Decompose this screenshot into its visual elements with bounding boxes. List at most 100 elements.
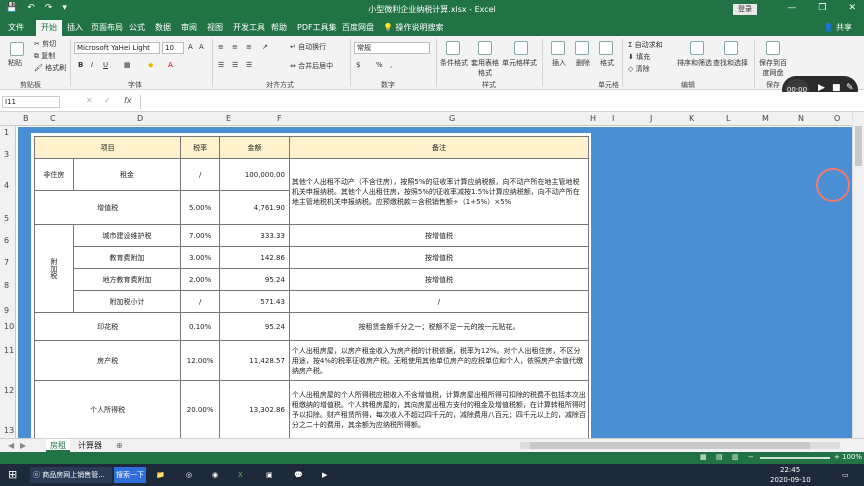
vertical-scroll-thumb[interactable]: [855, 126, 862, 166]
clock-time[interactable]: 22:45: [780, 465, 800, 475]
align-bottom-icon[interactable]: ≡: [246, 43, 252, 51]
sort-filter-icon[interactable]: [690, 41, 704, 55]
col-header-j[interactable]: J: [650, 114, 652, 123]
vat-note-cell[interactable]: 其他个人出租不动产（不含住房），按照5%的征收率计算应纳税额，向不动产所在地主管…: [288, 158, 590, 225]
vat-item-cell[interactable]: 增值税: [33, 190, 182, 225]
col-header-k[interactable]: K: [689, 114, 694, 123]
fill-button[interactable]: ⬇ 填充: [628, 52, 650, 62]
vertical-scrollbar[interactable]: [852, 112, 864, 438]
local-edu-amount-cell[interactable]: 95.24: [219, 268, 290, 291]
app-icon[interactable]: ▣: [266, 467, 273, 483]
property-item-cell[interactable]: 房产税: [33, 340, 182, 381]
increase-font-icon[interactable]: A: [188, 43, 193, 51]
enter-icon[interactable]: ✓: [104, 96, 111, 105]
zoom-level[interactable]: 100%: [842, 453, 862, 461]
name-box[interactable]: I11: [2, 96, 60, 108]
wechat-icon[interactable]: 💬: [294, 467, 303, 483]
row-header[interactable]: 3: [4, 150, 9, 159]
delete-button[interactable]: 删除: [576, 58, 590, 68]
cancel-icon[interactable]: ✕: [86, 96, 93, 105]
vat-rate-cell[interactable]: 5.00%: [180, 190, 220, 225]
share-button[interactable]: 👤 共享: [823, 22, 852, 33]
align-center-icon[interactable]: ☰: [232, 61, 238, 69]
recorder-app-icon[interactable]: ▶: [322, 467, 327, 483]
local-edu-note-cell[interactable]: 按增值税: [288, 268, 590, 291]
format-button[interactable]: 格式: [600, 58, 614, 68]
header-rate[interactable]: 税率: [180, 136, 220, 159]
baidu-cloud-icon[interactable]: [766, 41, 780, 55]
stamp-item-cell[interactable]: 印花税: [33, 312, 182, 341]
add-sheet-icon[interactable]: ⊕: [112, 439, 127, 452]
col-header-g[interactable]: G: [449, 114, 455, 123]
edu-rate-cell[interactable]: 3.00%: [180, 246, 220, 269]
taskbar-app-browser[interactable]: ⓔ 商品房网上销售管...: [30, 467, 112, 483]
tab-page-layout[interactable]: 页面布局: [91, 22, 123, 33]
tab-home[interactable]: 开始: [36, 20, 62, 36]
rent-item-cell[interactable]: 租金: [72, 158, 182, 191]
property-amount-cell[interactable]: 11,428.57: [219, 340, 290, 381]
cell-styles-icon[interactable]: [514, 41, 528, 55]
urban-item-cell[interactable]: 城市建设维护税: [72, 224, 182, 247]
property-note-cell[interactable]: 个人出租房屋，以房产租金收入为房产税的计税依据，税率为12%。对个人出租住房，不…: [288, 340, 590, 381]
zoom-in-icon[interactable]: +: [834, 453, 840, 461]
col-header-c[interactable]: C: [50, 114, 56, 123]
income-item-cell[interactable]: 个人所得税: [33, 380, 182, 438]
align-left-icon[interactable]: ☰: [218, 61, 224, 69]
edu-item-cell[interactable]: 教育费附加: [72, 246, 182, 269]
normal-view-icon[interactable]: ▦: [700, 453, 707, 461]
number-format-select[interactable]: 常规: [354, 42, 430, 54]
urban-rate-cell[interactable]: 7.00%: [180, 224, 220, 247]
sheet-tab-calculator[interactable]: 计算器: [74, 439, 106, 452]
row-header[interactable]: 9: [4, 306, 9, 315]
notification-icon[interactable]: ▭: [842, 467, 849, 483]
bold-button[interactable]: B: [78, 61, 83, 69]
comma-button[interactable]: ,: [390, 61, 392, 69]
col-header-i[interactable]: I: [612, 114, 614, 123]
tell-me-search[interactable]: 💡 操作说明搜索: [383, 22, 444, 33]
format-cells-icon[interactable]: [599, 41, 613, 55]
font-size-select[interactable]: 10: [162, 42, 184, 54]
property-rate-cell[interactable]: 12.00%: [180, 340, 220, 381]
stamp-amount-cell[interactable]: 95.24: [219, 312, 290, 341]
tab-pdf-tools[interactable]: PDF工具集: [297, 22, 337, 33]
clock-date[interactable]: 2020-09-10: [770, 475, 811, 485]
accounting-format-icon[interactable]: $: [356, 61, 360, 69]
insert-function-icon[interactable]: fx: [124, 96, 132, 105]
header-amount[interactable]: 金额: [219, 136, 290, 159]
magnifier-icon[interactable]: [724, 41, 738, 55]
sheet-tab-rent[interactable]: 房租: [46, 439, 70, 452]
rent-group-cell[interactable]: 非住房: [34, 158, 74, 191]
header-item[interactable]: 项目: [33, 136, 182, 159]
page-break-view-icon[interactable]: ▥: [732, 453, 739, 461]
row-header[interactable]: 6: [4, 236, 9, 245]
cut-button[interactable]: ✂ 剪切: [34, 39, 56, 49]
subtotal-amount-cell[interactable]: 571.43: [219, 290, 290, 313]
row-header[interactable]: 5: [4, 214, 9, 223]
merge-center-button[interactable]: ⇔ 合并后居中: [290, 61, 333, 71]
row-header[interactable]: 13: [4, 426, 14, 435]
row-header[interactable]: 7: [4, 258, 9, 267]
decrease-font-icon[interactable]: A: [199, 43, 204, 51]
tab-developer[interactable]: 开发工具: [233, 22, 265, 33]
rent-amount-cell[interactable]: 100,000.00: [219, 158, 290, 191]
zoom-slider[interactable]: [760, 457, 830, 459]
rent-rate-cell[interactable]: /: [180, 158, 220, 191]
edu-note-cell[interactable]: 按增值税: [288, 246, 590, 269]
paste-button[interactable]: 粘贴: [8, 58, 22, 68]
header-note[interactable]: 备注: [288, 136, 590, 159]
col-header-o[interactable]: O: [834, 114, 840, 123]
worksheet-grid[interactable]: B C D E F G H I J K L M N O 1 3 4 5 6 7 …: [0, 112, 864, 438]
tab-help[interactable]: 帮助: [271, 22, 287, 33]
cell-styles-button[interactable]: 单元格样式: [502, 58, 537, 68]
conditional-format-icon[interactable]: [446, 41, 460, 55]
row-header[interactable]: 11: [4, 346, 14, 355]
formula-input[interactable]: [140, 95, 860, 109]
urban-amount-cell[interactable]: 333.33: [219, 224, 290, 247]
wps-icon[interactable]: ◎: [186, 467, 192, 483]
tab-insert[interactable]: 插入: [67, 22, 83, 33]
tab-formulas[interactable]: 公式: [129, 22, 145, 33]
horizontal-scroll-thumb[interactable]: [530, 442, 810, 449]
font-color-icon[interactable]: A: [168, 61, 173, 69]
col-header-m[interactable]: M: [762, 114, 769, 123]
chrome-icon[interactable]: ◉: [212, 467, 218, 483]
